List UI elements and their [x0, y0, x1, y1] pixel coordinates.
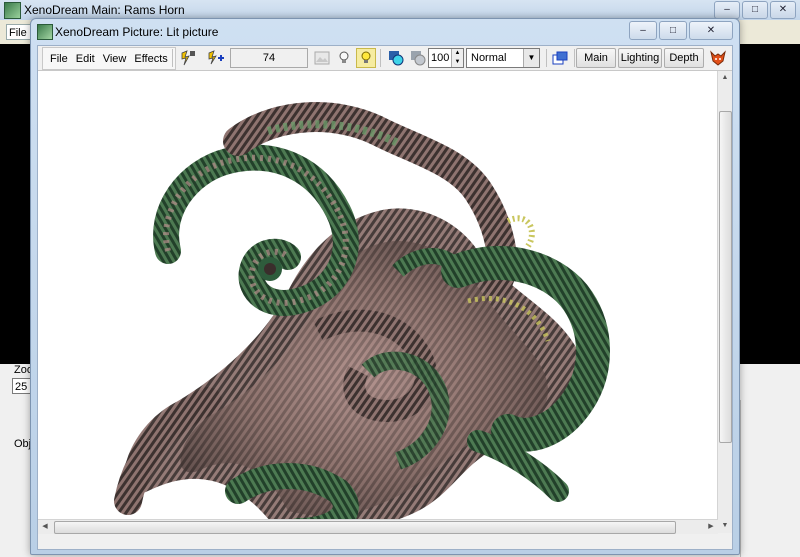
toolbar-separator	[546, 49, 547, 67]
add-render-icon[interactable]	[206, 48, 226, 68]
main-title-bar[interactable]: XenoDream Main: Rams Horn – □ ✕	[0, 0, 800, 20]
picture-close-button[interactable]: ✕	[689, 21, 733, 40]
toolbar-separator	[574, 49, 575, 67]
picture-menubar: File Edit View Effects	[42, 47, 176, 70]
picture-minimize-button[interactable]: –	[629, 21, 657, 40]
menu-view[interactable]: View	[99, 49, 131, 69]
vertical-scroll-thumb[interactable]	[719, 111, 732, 443]
horizontal-scrollbar[interactable]: ◀ ▶	[38, 519, 718, 534]
xenodream-app-icon	[4, 2, 21, 19]
tab-lighting[interactable]: Lighting	[618, 48, 662, 68]
brightness-value: 100	[431, 52, 450, 64]
main-minimize-button[interactable]: –	[714, 1, 740, 19]
picture-window-title: XenoDream Picture: Lit picture	[55, 25, 219, 39]
vertical-scrollbar[interactable]: ▲ ▼	[717, 71, 732, 533]
rams-horn-fractal-image	[114, 102, 610, 533]
main-window-title: XenoDream Main: Rams Horn	[24, 3, 185, 17]
main-right-panel	[740, 400, 800, 557]
blend-mode-value: Normal	[471, 52, 507, 64]
picture-toolbar: File Edit View Effects 74 100 ▲ ▼ Normal…	[38, 46, 732, 71]
objects-label: Obj	[14, 438, 32, 450]
fox-icon[interactable]	[708, 48, 728, 68]
scroll-right-icon[interactable]: ▶	[704, 520, 718, 534]
main-close-button[interactable]: ✕	[770, 1, 796, 19]
image-icon[interactable]	[312, 48, 332, 68]
horizontal-scroll-thumb[interactable]	[54, 521, 676, 534]
shapes-gray-icon[interactable]	[408, 48, 428, 68]
stepper-arrows-icon[interactable]: ▲ ▼	[451, 49, 463, 67]
scroll-down-icon[interactable]: ▼	[718, 519, 732, 533]
bulb-on-icon[interactable]	[356, 48, 376, 68]
xenodream-app-icon	[37, 24, 53, 40]
tab-main[interactable]: Main	[576, 48, 616, 68]
scroll-left-icon[interactable]: ◀	[38, 520, 52, 534]
shapes-color-icon[interactable]	[386, 48, 406, 68]
bulb-off-icon[interactable]	[334, 48, 354, 68]
picture-maximize-button[interactable]: □	[659, 21, 687, 40]
picture-window: XenoDream Picture: Lit picture – □ ✕ Fil…	[30, 18, 740, 555]
fractal-canvas[interactable]	[38, 71, 718, 533]
picture-client-area: File Edit View Effects 74 100 ▲ ▼ Normal…	[37, 45, 733, 550]
toolbar-separator	[172, 49, 173, 67]
toolbar-separator	[380, 49, 381, 67]
picture-title-bar[interactable]: XenoDream Picture: Lit picture – □ ✕	[31, 19, 739, 43]
main-maximize-button[interactable]: □	[742, 1, 768, 19]
progress-value: 74	[230, 48, 308, 68]
windows-icon[interactable]	[550, 48, 570, 68]
blend-mode-select[interactable]: Normal ▼	[466, 48, 540, 68]
tab-depth[interactable]: Depth	[664, 48, 704, 68]
chevron-down-icon[interactable]: ▼	[523, 49, 539, 67]
render-lightning-icon[interactable]	[178, 48, 198, 68]
main-menu-file[interactable]: File	[6, 24, 32, 40]
scroll-up-icon[interactable]: ▲	[718, 71, 732, 85]
menu-effects[interactable]: Effects	[130, 49, 171, 69]
menu-edit[interactable]: Edit	[72, 49, 99, 69]
menu-file[interactable]: File	[46, 49, 72, 69]
brightness-stepper[interactable]: 100 ▲ ▼	[428, 48, 464, 68]
